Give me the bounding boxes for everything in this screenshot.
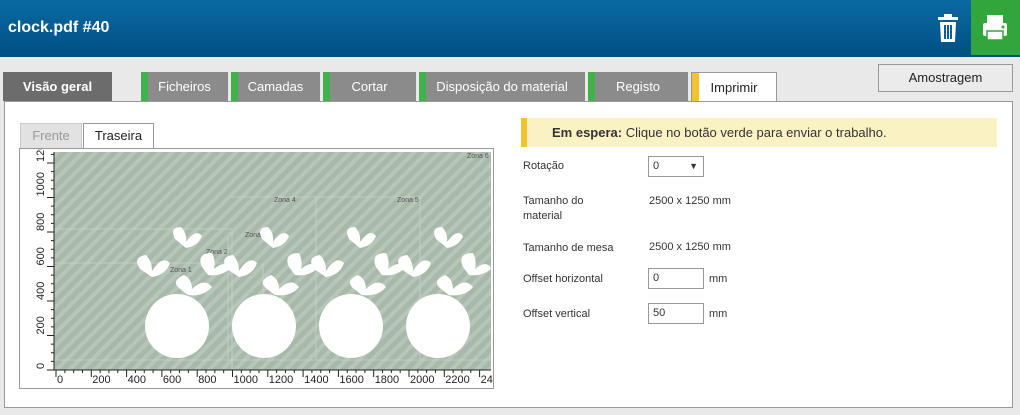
done-marker — [141, 72, 148, 101]
x-tick-label: 1000 — [234, 374, 258, 386]
job-title: clock.pdf #40 — [8, 19, 110, 36]
rotation-label: Rotação — [523, 160, 564, 172]
printer-icon — [983, 15, 1007, 41]
done-marker — [419, 72, 426, 101]
y-tick-label: 200 — [35, 316, 47, 334]
zone-label: Zona 4 — [274, 197, 296, 204]
tab-print[interactable]: Imprimir — [691, 72, 777, 103]
y-tick-label: 600 — [35, 247, 47, 265]
rotation-select[interactable]: 0 ▼ — [648, 156, 704, 177]
table-size-label: Tamanho de mesa — [523, 242, 614, 254]
trash-icon — [938, 14, 958, 42]
unit-label: mm — [709, 308, 728, 320]
done-marker — [231, 72, 238, 101]
status-prefix: Em espera: — [552, 125, 623, 140]
tab-layers[interactable]: Camadas — [231, 72, 320, 101]
y-tick-label: 1000 — [35, 172, 47, 196]
status-message: Clique no botão verde para enviar o trab… — [625, 125, 887, 140]
x-tick-label: 1800 — [375, 374, 399, 386]
x-tick-label: 400 — [128, 374, 146, 386]
tab-back[interactable]: Traseira — [83, 123, 154, 150]
print-button[interactable] — [971, 0, 1020, 55]
x-tick-label: 800 — [198, 374, 216, 386]
offset-vertical-label: Offset vertical — [523, 308, 591, 320]
top-bar: clock.pdf #40 — [0, 0, 1020, 57]
x-tick-label: 2000 — [410, 374, 434, 386]
material-preview[interactable]: Zona 1 Zona 2 Zona 3 Zona 4 Zona 5 Zona … — [20, 149, 493, 388]
y-tick-label: 0 — [35, 363, 47, 369]
status-banner: Em espera: Clique no botão verde para en… — [521, 118, 997, 147]
offset-vertical-input[interactable]: 50 — [648, 303, 704, 324]
zone-label: Zona 6 — [467, 153, 489, 160]
x-tick-label: 0 — [57, 374, 63, 386]
x-tick-label: 1400 — [304, 374, 328, 386]
tab-log[interactable]: Registo — [588, 72, 688, 101]
x-tick-label: 1600 — [339, 374, 363, 386]
tab-material-layout[interactable]: Disposição do material — [419, 72, 585, 101]
offset-horizontal-input[interactable]: 0 — [648, 268, 704, 289]
tab-files[interactable]: Ficheiros — [141, 72, 228, 101]
caret-down-icon: ▼ — [689, 161, 698, 171]
done-marker — [323, 72, 330, 101]
rotation-value: 0 — [653, 160, 660, 172]
y-tick-label: 400 — [35, 282, 47, 300]
x-tick-label: 1200 — [269, 374, 293, 386]
zone-label: Zona 5 — [397, 197, 419, 204]
y-tick-label: 800 — [35, 213, 47, 231]
table-size-value: 2500 x 1250 mm — [649, 241, 731, 253]
pending-marker — [692, 73, 699, 102]
zone-label: Zona 1 — [170, 267, 192, 274]
x-tick-label: 200 — [92, 374, 110, 386]
x-tick-label: 600 — [163, 374, 181, 386]
y-tick-label: 1200 — [35, 149, 47, 162]
delete-button[interactable] — [934, 12, 962, 44]
tab-cut[interactable]: Cortar — [323, 72, 416, 101]
done-marker — [588, 72, 595, 101]
sample-button[interactable]: Amostragem — [878, 64, 1013, 92]
tab-overview[interactable]: Visão geral — [3, 72, 112, 101]
tab-front[interactable]: Frente — [20, 123, 82, 149]
offset-horizontal-label: Offset horizontal — [523, 273, 603, 285]
x-tick-label: 240 — [481, 374, 493, 386]
unit-label: mm — [709, 273, 728, 285]
material-size-label: Tamanho do material — [523, 195, 584, 222]
x-tick-label: 2200 — [445, 374, 469, 386]
material-size-value: 2500 x 1250 mm — [649, 195, 731, 207]
